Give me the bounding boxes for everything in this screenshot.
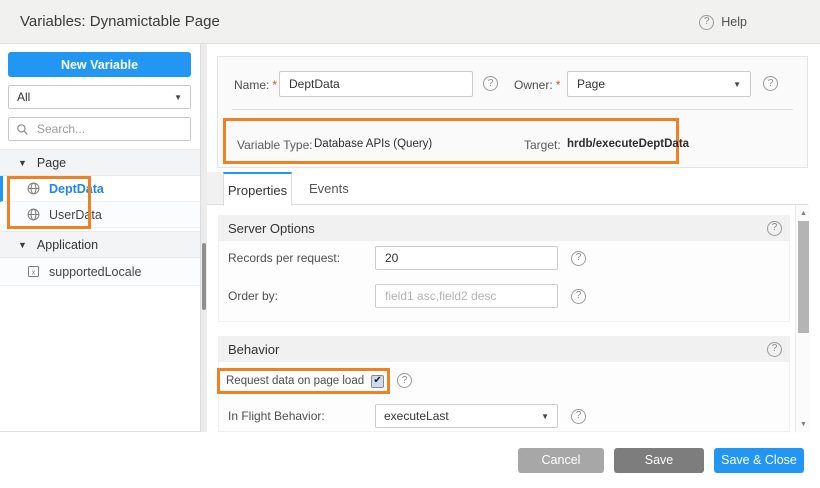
section-title: Server Options [228,221,315,236]
required-asterisk: * [272,78,277,92]
in-flight-behavior-select[interactable]: executeLast ▼ [375,404,558,428]
content-scrollbar[interactable]: ▲ ▼ [795,205,810,432]
tree-item-supportedlocale[interactable]: x supportedLocale [0,258,200,286]
records-per-request-input[interactable] [375,246,558,270]
svg-text:x: x [32,270,36,277]
tree-item-label: supportedLocale [49,265,141,279]
model-variable-icon: x [27,265,40,278]
dialog-footer: Cancel Save Save & Close [0,432,820,488]
in-flight-behavior-value: executeLast [384,409,449,423]
target-value: hrdb/executeDeptData [567,138,689,150]
service-variable-icon [27,182,40,195]
behavior-header: Behavior ? [218,336,790,362]
order-by-help-icon[interactable]: ? [571,289,586,304]
owner-help-icon[interactable]: ? [763,76,778,91]
variable-summary-panel: Name:* ? Owner:* Page ▼ ? Variable Type:… [217,56,808,168]
save-button[interactable]: Save [614,448,704,473]
variables-tree: ▼ Page DeptData UserData ▼ Application [0,149,200,286]
tree-item-deptdata[interactable]: DeptData [0,176,200,202]
owner-label: Owner:* [514,78,560,92]
order-by-row: Order by: ? [228,284,586,308]
page-title: Variables: Dynamictable Page [20,13,220,30]
search-input[interactable] [35,121,183,137]
content-scrollbar-thumb[interactable] [798,221,809,333]
new-variable-button[interactable]: New Variable [8,52,191,77]
records-per-request-label: Records per request: [228,251,375,265]
help-link[interactable]: ? Help [699,0,747,44]
tree-group-application[interactable]: ▼ Application [0,231,200,258]
cancel-button[interactable]: Cancel [518,448,604,473]
in-flight-help-icon[interactable]: ? [571,409,586,424]
order-by-label: Order by: [228,289,375,303]
records-help-icon[interactable]: ? [571,251,586,266]
save-and-close-button[interactable]: Save & Close [714,448,804,473]
in-flight-behavior-label: In Flight Behavior: [228,409,375,423]
in-flight-behavior-row: In Flight Behavior: executeLast ▼ ? [228,404,586,428]
request-data-help-icon[interactable]: ? [397,373,412,388]
chevron-down-icon: ▼ [541,412,549,421]
order-by-input[interactable] [375,284,558,308]
owner-select[interactable]: Page ▼ [567,71,751,97]
service-variable-icon [27,208,40,221]
sidebar-scrollbar-thumb[interactable] [202,243,206,310]
tab-strip-border [207,204,808,205]
divider [232,109,793,110]
dialog-header: Variables: Dynamictable Page ? Help [0,0,820,44]
collapse-arrow-icon: ▼ [18,158,27,168]
name-label: Name:* [234,78,277,92]
variable-detail-panel: Name:* ? Owner:* Page ▼ ? Variable Type:… [207,44,820,432]
name-input[interactable] [279,71,473,97]
owner-value: Page [577,77,605,91]
annotation-box-request-data: Request data on page load ✔ [217,368,390,394]
tree-item-label: UserData [49,208,102,222]
name-help-icon[interactable]: ? [483,76,498,91]
tab-properties[interactable]: Properties [223,172,292,206]
sidebar-scrollbar[interactable] [200,44,207,432]
target-label: Target: [524,138,561,152]
variable-type-label: Variable Type: [237,138,313,152]
search-box [8,117,191,141]
records-per-request-row: Records per request: ? [228,246,586,270]
required-asterisk: * [556,78,561,92]
chevron-down-icon: ▼ [733,80,741,89]
help-icon: ? [699,15,714,30]
tree-group-page[interactable]: ▼ Page [0,149,200,176]
section-title: Behavior [228,342,279,357]
variables-sidebar: New Variable All ▼ ▼ Page DeptData [0,44,200,432]
server-options-header: Server Options ? [218,215,790,241]
scroll-down-icon[interactable]: ▼ [796,418,811,430]
server-options-help-icon[interactable]: ? [767,221,782,236]
tab-strip-filler [207,172,223,205]
collapse-arrow-icon: ▼ [18,240,27,250]
variable-filter-value: All [17,90,30,104]
request-data-label: Request data on page load [226,375,364,387]
tree-item-userdata[interactable]: UserData [0,202,200,228]
tree-group-label: Application [37,238,98,252]
request-data-checkbox[interactable]: ✔ [371,375,384,388]
annotation-box-type-target: Variable Type: Database APIs (Query) Tar… [223,118,679,164]
tab-events[interactable]: Events [303,172,355,205]
search-icon [16,123,29,136]
variables-dialog: Variables: Dynamictable Page ? Help New … [0,0,820,488]
chevron-down-icon: ▼ [174,93,182,102]
variable-type-value: Database APIs (Query) [314,138,432,150]
tree-item-label: DeptData [49,182,104,196]
scroll-up-icon[interactable]: ▲ [796,207,811,219]
variable-filter-select[interactable]: All ▼ [8,85,191,109]
tree-group-label: Page [37,156,66,170]
behavior-help-icon[interactable]: ? [767,342,782,357]
help-label: Help [721,15,747,29]
